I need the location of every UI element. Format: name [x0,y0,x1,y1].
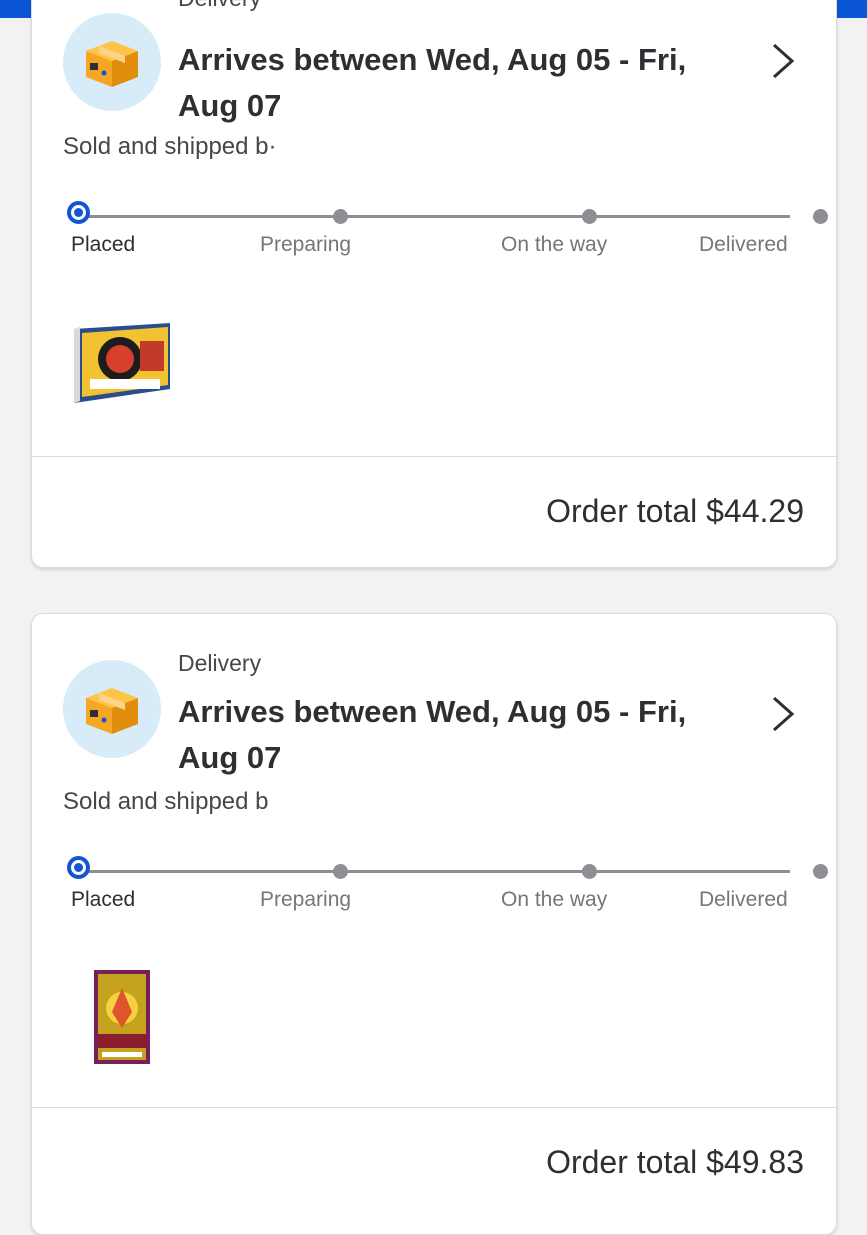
seller-info: Sold and shipped b [63,788,269,815]
trading-card-pack-icon[interactable] [92,968,152,1066]
package-icon [63,660,161,758]
card-divider [32,456,836,457]
step-dot-delivered [813,864,828,879]
arrival-window[interactable]: Arrives between Wed, Aug 05 - Fri, Aug 0… [178,37,738,129]
step-dot-preparing [333,864,348,879]
arrival-window[interactable]: Arrives between Wed, Aug 05 - Fri, Aug 0… [178,689,738,781]
delivery-label: Delivery [178,0,261,12]
step-label-delivered: Delivered [699,888,788,911]
progress-line [80,215,790,218]
chevron-right-icon[interactable] [768,41,798,81]
progress-line [80,870,790,873]
delivery-label: Delivery [178,650,262,676]
seller-info: Sold and shipped b· [63,133,277,160]
step-dot-preparing [333,209,348,224]
step-label-on-the-way: On the way [501,233,608,256]
order-card[interactable]: Delivery Arrives between Wed, Aug 05 - F… [31,613,837,1235]
step-dot-placed [67,856,90,879]
step-dot-on-the-way [582,864,597,879]
order-progress-tracker: Placed Preparing On the way Delivered [63,856,828,926]
step-label-preparing: Preparing [260,233,352,256]
step-label-preparing: Preparing [260,888,352,911]
order-total: Order total $49.83 [546,1144,804,1180]
step-dot-on-the-way [582,209,597,224]
package-icon [63,13,161,111]
order-progress-tracker: Placed Preparing On the way Delivered [63,201,828,271]
step-dot-delivered [813,209,828,224]
step-label-placed: Placed [71,888,136,911]
step-label-delivered: Delivered [699,233,788,256]
step-label-on-the-way: On the way [501,888,608,911]
order-total: Order total $44.29 [546,493,804,529]
trading-card-box-icon[interactable] [70,321,174,407]
step-dot-placed [67,201,90,224]
card-divider [32,1107,836,1108]
step-label-placed: Placed [71,233,136,256]
order-card[interactable]: Delivery Arrives between Wed, Aug 05 - F… [31,0,837,568]
chevron-right-icon[interactable] [768,694,798,734]
